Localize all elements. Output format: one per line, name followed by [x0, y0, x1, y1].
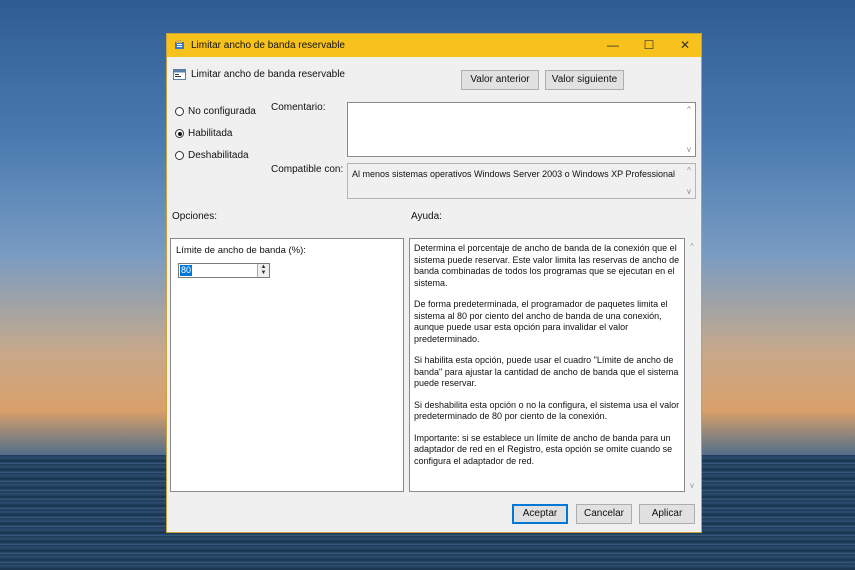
- radio-circle-selected: [175, 129, 184, 138]
- radio-label: Deshabilitada: [188, 150, 249, 161]
- radio-label: No configurada: [188, 106, 256, 117]
- help-paragraph: Determina el porcentaje de ancho de band…: [414, 243, 680, 288]
- radio-disabled[interactable]: Deshabilitada: [175, 150, 249, 161]
- comment-textarea[interactable]: ^ v: [347, 102, 696, 157]
- help-paragraph: Si habilita esta opción, puede usar el c…: [414, 355, 679, 388]
- apply-button[interactable]: Aplicar: [639, 504, 695, 524]
- radio-circle: [175, 151, 184, 160]
- bandwidth-limit-label: Límite de ancho de banda (%):: [176, 245, 306, 256]
- policy-setting-icon: [173, 69, 186, 80]
- comment-label: Comentario:: [271, 102, 326, 113]
- scroll-down-icon[interactable]: v: [683, 145, 695, 154]
- help-scrollbar[interactable]: ^ v: [685, 238, 699, 492]
- bandwidth-limit-value[interactable]: 80: [180, 265, 193, 276]
- compatible-label: Compatible con:: [271, 164, 344, 175]
- minimize-button[interactable]: —: [595, 34, 631, 57]
- help-paragraph: De forma predeterminada, el programador …: [414, 299, 668, 344]
- policy-name: Limitar ancho de banda reservable: [191, 69, 345, 80]
- help-paragraph: Si deshabilita esta opción o no la confi…: [414, 399, 680, 422]
- ok-button[interactable]: Aceptar: [512, 504, 568, 524]
- radio-not-configured[interactable]: No configurada: [175, 106, 256, 117]
- previous-setting-button[interactable]: Valor anterior: [461, 70, 539, 90]
- help-paragraph: Importante: si se establece un límite de…: [414, 432, 673, 466]
- compatible-scrollbar[interactable]: ^ v: [683, 164, 695, 198]
- scroll-up-icon[interactable]: ^: [683, 166, 695, 175]
- scroll-down-icon[interactable]: v: [683, 187, 695, 196]
- compatible-value: Al menos sistemas operativos Windows Ser…: [352, 169, 675, 179]
- maximize-button[interactable]: ☐: [631, 34, 667, 57]
- radio-enabled[interactable]: Habilitada: [175, 128, 232, 139]
- radio-label: Habilitada: [188, 128, 233, 139]
- cancel-button[interactable]: Cancelar: [576, 504, 632, 524]
- policy-dialog: Limitar ancho de banda reservable — ☐ ✕ …: [166, 33, 702, 533]
- comment-scrollbar[interactable]: ^ v: [683, 103, 695, 156]
- next-setting-button[interactable]: Valor siguiente: [545, 70, 624, 90]
- close-button[interactable]: ✕: [667, 34, 703, 57]
- options-panel: Límite de ancho de banda (%): 80 ▲ ▼: [170, 238, 404, 492]
- radio-circle: [175, 107, 184, 116]
- help-heading: Ayuda:: [411, 211, 442, 222]
- scroll-down-icon[interactable]: v: [685, 481, 699, 490]
- title-bar[interactable]: Limitar ancho de banda reservable — ☐ ✕: [167, 34, 701, 57]
- policy-icon: [175, 40, 184, 49]
- window-title: Limitar ancho de banda reservable: [191, 40, 345, 51]
- scroll-up-icon[interactable]: ^: [683, 105, 695, 114]
- scroll-up-icon[interactable]: ^: [685, 242, 699, 251]
- compatible-field: Al menos sistemas operativos Windows Ser…: [347, 163, 696, 199]
- spinner-arrows-icon[interactable]: ▲ ▼: [257, 264, 269, 277]
- bandwidth-limit-spinner[interactable]: 80 ▲ ▼: [178, 263, 270, 278]
- help-panel: Determina el porcentaje de ancho de band…: [409, 238, 685, 492]
- options-heading: Opciones:: [172, 211, 218, 222]
